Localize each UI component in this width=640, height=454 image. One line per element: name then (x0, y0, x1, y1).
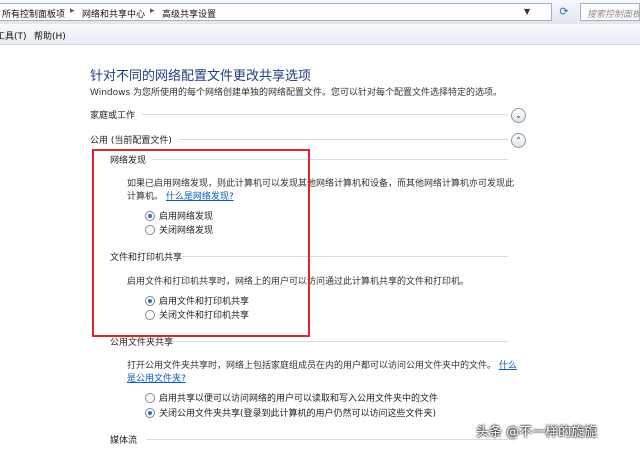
radio-public-folder-on[interactable]: 启用共享以便可以访问网络的用户可以读取和写入公用文件夹中的文件 (145, 391, 439, 404)
public-folder-link-line: 是公用文件夹? (127, 371, 186, 384)
divider (146, 439, 508, 440)
radio-public-folder-off[interactable]: 关闭公用文件夹共享(登录到此计算机的用户仍然可以访问这些文件夹) (145, 406, 437, 419)
radio-label: 启用共享以便可以访问网络的用户可以读取和写入公用文件夹中的文件 (159, 394, 439, 404)
what-is-public-folder-link[interactable]: 什么 (499, 361, 517, 371)
breadcrumb-item-network-center[interactable]: 网络和共享中心 (82, 7, 145, 20)
profile-public-label[interactable]: 公用 (当前配置文件) (90, 133, 172, 146)
divider (142, 114, 508, 115)
divider (178, 139, 508, 140)
radio-label: 关闭公用文件夹共享(登录到此计算机的用户仍然可以访问这些文件夹) (159, 409, 437, 419)
breadcrumb-separator-icon[interactable]: ▸ (70, 6, 75, 16)
breadcrumb-item-advanced-sharing[interactable]: 高级共享设置 (162, 7, 216, 20)
main-content: 针对不同的网络配置文件更改共享选项 Windows 为您所使用的每个网络创建单独… (0, 45, 640, 454)
page-title: 针对不同的网络配置文件更改共享选项 (90, 69, 312, 84)
collapse-chevron-up-icon[interactable]: ⌃ (511, 133, 526, 148)
media-streaming-header: 媒体流 (110, 436, 138, 446)
search-input[interactable]: 搜索控制面板 (580, 3, 640, 21)
address-bar: 所有控制面板项 ▸ 网络和共享中心 ▸ 高级共享设置 ▼ ⟳ 搜索控制面板 (0, 0, 640, 25)
refresh-icon[interactable]: ⟳ (556, 4, 572, 20)
what-is-public-folder-link-2[interactable]: 是公用文件夹? (127, 374, 186, 384)
chevron-down-icon[interactable]: ▼ (524, 7, 530, 16)
breadcrumb-separator-icon[interactable]: ▸ (150, 6, 155, 16)
watermark: 头条 @不一样的旋旎 (476, 425, 598, 440)
menu-help[interactable]: 帮助(H) (34, 29, 66, 42)
radio-selected-icon[interactable] (145, 407, 155, 418)
public-folder-text: 打开公用文件夹共享时，网络上包括家庭组成员在内的用户都可以访问公用文件夹中的文件… (127, 358, 517, 371)
menu-bar: 工具(T) 帮助(H) (0, 24, 640, 45)
breadcrumb[interactable]: 所有控制面板项 ▸ 网络和共享中心 ▸ 高级共享设置 ▼ (0, 3, 552, 21)
highlight-annotation (92, 149, 310, 337)
public-folder-text-body: 打开公用文件夹共享时，网络上包括家庭组成员在内的用户都可以访问公用文件夹中的文件… (127, 361, 497, 371)
breadcrumb-item-control-panel[interactable]: 所有控制面板项 (2, 7, 65, 20)
radio-empty-icon[interactable] (145, 392, 155, 403)
expand-chevron-down-icon[interactable]: ⌄ (511, 108, 526, 123)
menu-tools[interactable]: 工具(T) (0, 29, 27, 42)
profile-home-work-label[interactable]: 家庭或工作 (90, 108, 135, 121)
divider (172, 341, 508, 342)
page-description: Windows 为您所使用的每个网络创建单独的网络配置文件。您可以针对每个配置文… (90, 88, 503, 98)
